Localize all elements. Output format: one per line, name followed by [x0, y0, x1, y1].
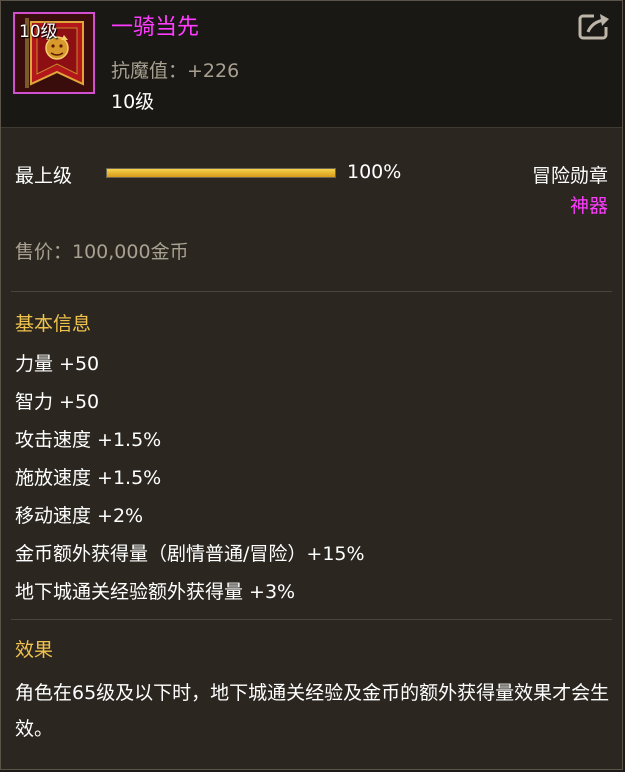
tooltip-header: 10级 一骑当先 抗魔值：+226 10级	[1, 1, 622, 128]
stat-item: 力量 +50	[15, 353, 100, 375]
basic-info-title: 基本信息	[15, 313, 92, 335]
item-icon-frame[interactable]: 10级	[13, 12, 95, 94]
effect-description: 角色在65级及以下时，地下城通关经验及金币的额外获得量效果才会生效。	[15, 682, 610, 740]
progress-percent: 100%	[347, 161, 402, 183]
item-name: 一骑当先	[111, 15, 200, 40]
progress-bar-fill	[107, 169, 335, 177]
item-level: 10级	[111, 91, 155, 113]
divider	[11, 619, 612, 620]
stat-item: 攻击速度 +1.5%	[15, 429, 162, 451]
enhancement-row: 最上级 100% 冒险勋章 神器	[15, 159, 608, 217]
stat-item: 智力 +50	[15, 391, 100, 413]
stat-list: 力量 +50 智力 +50 攻击速度 +1.5% 施放速度 +1.5% 移动速度…	[15, 345, 365, 611]
share-export-button[interactable]	[578, 11, 612, 41]
effect-title: 效果	[15, 639, 54, 661]
divider	[11, 291, 612, 292]
stat-item: 移动速度 +2%	[15, 505, 144, 527]
sell-price: 售价：100,000金币	[15, 241, 189, 263]
share-export-icon	[578, 11, 612, 40]
icon-level-label: 10级	[19, 22, 58, 42]
item-rarity: 神器	[569, 195, 608, 217]
stat-item: 地下城通关经验额外获得量 +3%	[15, 581, 296, 603]
magic-resist-stat: 抗魔值：+226	[111, 60, 240, 82]
max-level-label: 最上级	[15, 165, 73, 187]
stat-item: 施放速度 +1.5%	[15, 467, 162, 489]
stat-item: 金币额外获得量（剧情普通/冒险）+15%	[15, 543, 365, 565]
item-tooltip: 10级 一骑当先 抗魔值：+226 10级 最上级 100% 冒险勋章 神器 售…	[0, 0, 623, 770]
item-category: 冒险勋章	[531, 165, 608, 187]
progress-bar	[106, 168, 336, 178]
